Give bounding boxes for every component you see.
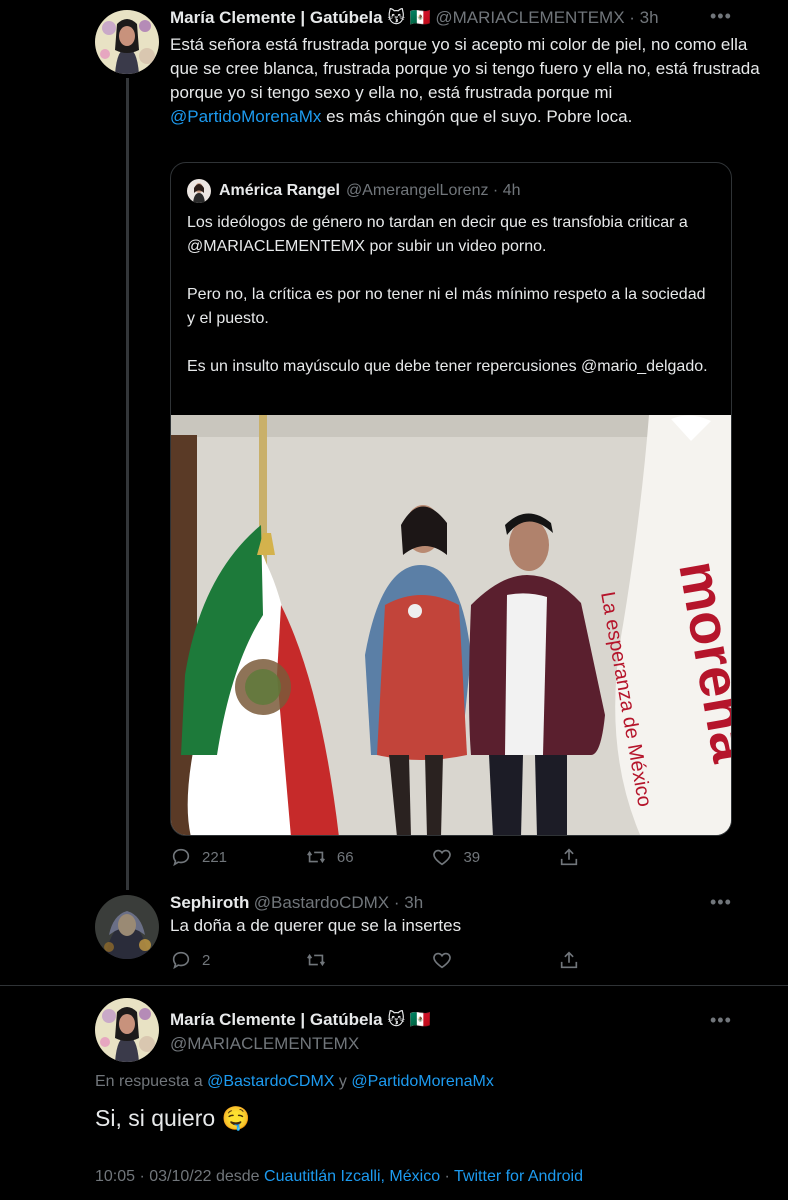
tweet1-text: Está señora está frustrada porque yo si … bbox=[170, 35, 760, 126]
quoted-tweet[interactable]: América Rangel @AmerangelLorenz · 4h Los… bbox=[170, 162, 732, 836]
tweet3-author-name[interactable]: María Clemente | Gatúbela 😽 🇲🇽 bbox=[170, 1010, 431, 1030]
quote-text: Los ideólogos de género no tardan en dec… bbox=[187, 211, 717, 403]
reply-mention-1[interactable]: @BastardoCDMX bbox=[207, 1073, 334, 1090]
avatar-maria[interactable] bbox=[95, 10, 159, 74]
tweet3-more-icon[interactable]: ••• bbox=[710, 1010, 732, 1031]
quote-header: América Rangel @AmerangelLorenz · 4h bbox=[187, 179, 521, 203]
reply-count: 2 bbox=[202, 951, 211, 969]
quote-photo[interactable]: morena La esperanza de México bbox=[171, 415, 731, 835]
tweet1-header: María Clemente | Gatúbela 😽 🇲🇽 @MARIACLE… bbox=[170, 8, 659, 28]
mention-link[interactable]: @PartidoMorenaMx bbox=[170, 107, 321, 126]
quote-paragraph-2: Pero no, la crítica es por no tener ni e… bbox=[187, 286, 706, 327]
tweet2-header: Sephiroth @BastardoCDMX · 3h bbox=[170, 893, 423, 913]
share-button[interactable] bbox=[558, 949, 590, 971]
reply-icon bbox=[172, 951, 190, 970]
replying-to: En respuesta a @BastardoCDMX y @PartidoM… bbox=[95, 1073, 494, 1090]
retweet-button[interactable]: 66 bbox=[305, 846, 354, 868]
share-icon bbox=[560, 951, 578, 969]
tweet1-author-name[interactable]: María Clemente | Gatúbela 😽 🇲🇽 bbox=[170, 8, 431, 27]
reply-button[interactable]: 221 bbox=[170, 846, 227, 868]
quote-paragraph-3: Es un insulto mayúsculo que debe tener r… bbox=[187, 358, 708, 375]
tweet3-text: Si, si quiero 🤤 bbox=[95, 1105, 251, 1131]
tweet3-handle[interactable]: @MARIACLEMENTEMX bbox=[170, 1034, 359, 1054]
thread-line bbox=[126, 78, 129, 890]
retweet-icon bbox=[306, 850, 325, 864]
like-button[interactable]: 39 bbox=[431, 846, 480, 868]
retweet-button[interactable] bbox=[305, 949, 337, 971]
tweet3-timestamp: 10:05 · 03/10/22 desde bbox=[95, 1168, 265, 1185]
location-link[interactable]: Cuautitlán Izcalli, México bbox=[264, 1168, 440, 1185]
share-icon bbox=[560, 848, 578, 866]
reply-count: 221 bbox=[202, 848, 228, 866]
reply-button[interactable]: 2 bbox=[170, 949, 210, 971]
heart-icon bbox=[433, 849, 452, 866]
tweet2-text: La doña a de querer que se la insertes bbox=[170, 916, 462, 935]
divider bbox=[0, 985, 788, 986]
tweet3-meta: 10:05 · 03/10/22 desde Cuautitlán Izcall… bbox=[95, 1168, 583, 1185]
quote-avatar bbox=[187, 179, 211, 203]
like-button[interactable] bbox=[431, 949, 463, 971]
reply-mention-2[interactable]: @PartidoMorenaMx bbox=[351, 1073, 494, 1090]
retweet-count: 66 bbox=[336, 848, 354, 866]
avatar-sephiroth[interactable] bbox=[95, 895, 159, 959]
tweet2-author-name[interactable]: Sephiroth bbox=[170, 893, 249, 912]
tweet2-actions: 2 bbox=[170, 949, 590, 971]
quote-handle[interactable]: @AmerangelLorenz · 4h bbox=[346, 182, 521, 200]
client-link[interactable]: Twitter for Android bbox=[454, 1168, 583, 1185]
quote-author-name[interactable]: América Rangel bbox=[219, 182, 340, 200]
tweet1-actions: 221 66 39 bbox=[170, 846, 590, 868]
tweet1-handle[interactable]: @MARIACLEMENTEMX · 3h bbox=[435, 8, 658, 27]
retweet-icon bbox=[306, 953, 325, 967]
tweet2-more-icon[interactable]: ••• bbox=[710, 892, 732, 913]
quote-paragraph-1: Los ideólogos de género no tardan en dec… bbox=[187, 214, 688, 255]
like-count: 39 bbox=[463, 848, 481, 866]
share-button[interactable] bbox=[558, 846, 590, 868]
heart-icon bbox=[433, 952, 452, 969]
tweet2-handle[interactable]: @BastardoCDMX · 3h bbox=[254, 893, 423, 912]
avatar-maria[interactable] bbox=[95, 998, 159, 1062]
tweet1-more-icon[interactable]: ••• bbox=[710, 6, 732, 27]
reply-icon bbox=[172, 848, 190, 867]
